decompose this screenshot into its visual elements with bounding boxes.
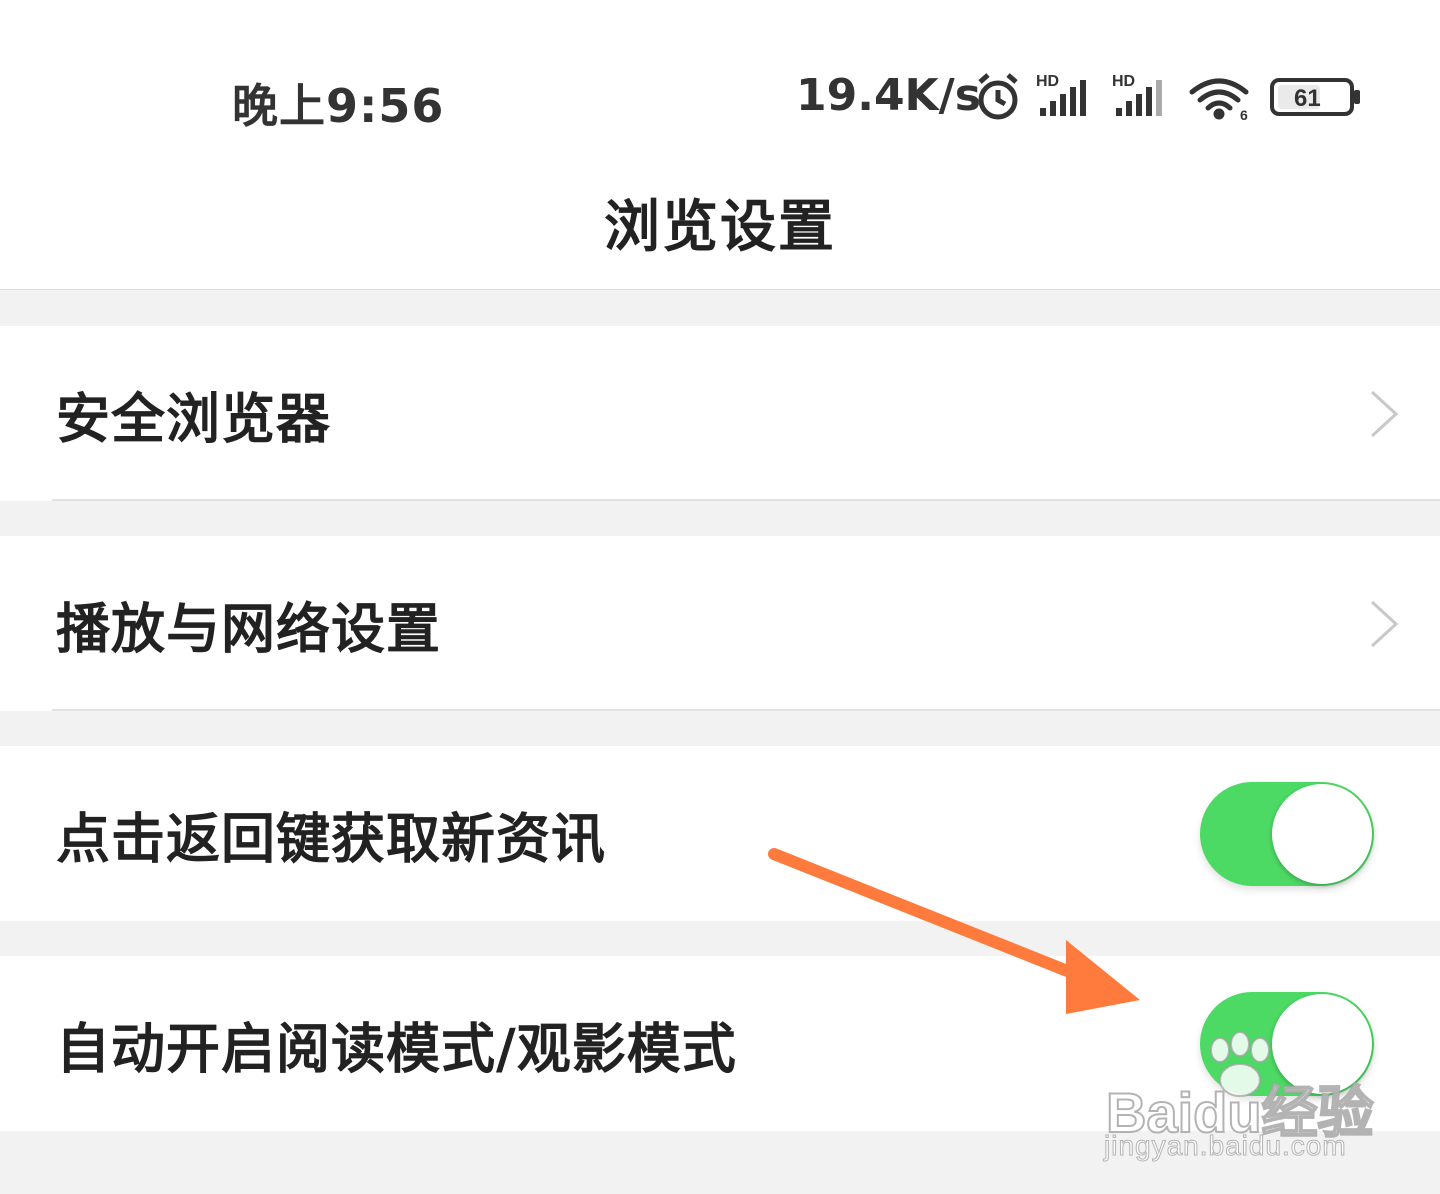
svg-text:HD: HD <box>1112 73 1135 90</box>
settings-item-label: 点击返回键获取新资讯 <box>56 807 606 870</box>
divider <box>52 709 1440 711</box>
chevron-right-icon <box>1370 390 1399 437</box>
status-bar: 晚上9:56 19.4K/s HD HD 6 61 <box>0 0 1440 160</box>
status-time: 晚上9:56 <box>232 79 445 133</box>
title-bar: 浏览设置 <box>0 160 1440 290</box>
toggle-knob <box>1272 783 1372 884</box>
watermark-url: jingyan.baidu.com <box>1104 1130 1347 1162</box>
battery-icon: 61 <box>1270 78 1360 116</box>
settings-item-label: 安全浏览器 <box>56 387 331 450</box>
battery-level: 61 <box>1294 85 1321 112</box>
reading-mode-toggle[interactable] <box>1200 991 1374 1096</box>
svg-text:HD: HD <box>1036 73 1059 90</box>
settings-item-reading-mode: 自动开启阅读模式/观影模式 <box>0 956 1440 1131</box>
page-title: 浏览设置 <box>604 195 836 260</box>
divider <box>52 499 1440 501</box>
svg-text:6: 6 <box>1240 107 1248 123</box>
wifi-icon: 6 <box>1189 78 1249 123</box>
settings-item-safe-browser[interactable]: 安全浏览器 <box>0 326 1440 501</box>
settings-item-back-refresh: 点击返回键获取新资讯 <box>0 746 1440 921</box>
settings-item-label: 自动开启阅读模式/观影模式 <box>56 1017 737 1080</box>
settings-item-label: 播放与网络设置 <box>56 597 441 660</box>
hd-signal-icon-2: HD <box>1112 73 1162 116</box>
network-speed: 19.4K/s <box>796 70 981 121</box>
back-refresh-toggle[interactable] <box>1200 781 1374 886</box>
settings-item-playback-network[interactable]: 播放与网络设置 <box>0 536 1440 711</box>
alarm-icon <box>978 73 1018 120</box>
chevron-right-icon <box>1370 600 1399 647</box>
status-icons: HD HD 6 61 <box>978 73 1360 123</box>
hd-signal-icon: HD <box>1036 73 1086 116</box>
toggle-knob <box>1272 993 1372 1094</box>
